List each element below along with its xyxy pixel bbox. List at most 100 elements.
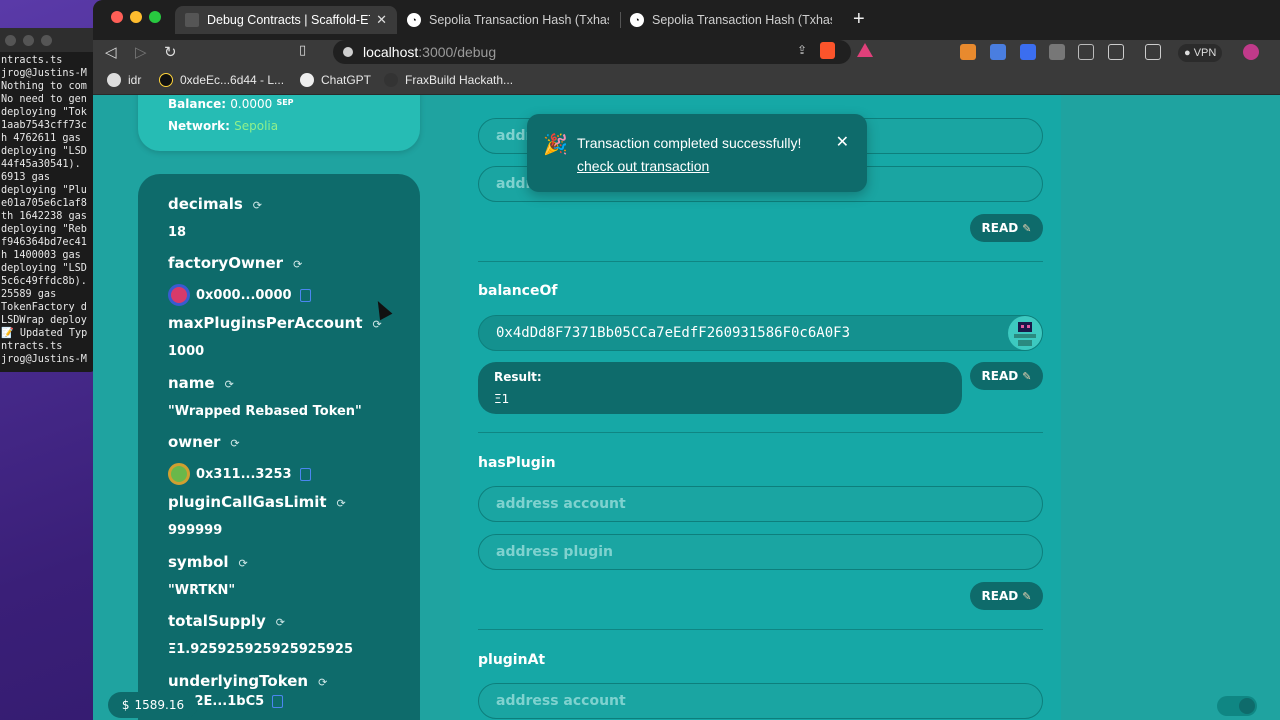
var-total-supply: totalSupply ⟳ Ξ1.925925925925925925: [168, 611, 353, 657]
balance-line: Balance: 0.0000 SEP: [168, 97, 294, 111]
network-label: Network:: [168, 119, 230, 133]
blockie-avatar: [168, 463, 190, 485]
result-value: Ξ1: [494, 392, 510, 406]
contract-variables-card: decimals ⟳ 18 factoryOwner ⟳ 0x000...0000 …: [138, 174, 420, 720]
var-max-plugins: maxPluginsPerAccount ⟳ 1000: [168, 313, 382, 359]
chatgpt-icon: [300, 73, 314, 87]
extension-icon[interactable]: [1049, 44, 1065, 60]
divider: [478, 432, 1043, 433]
plugin-at-account-input[interactable]: address account: [478, 683, 1043, 719]
bookmark-label: 0xdeEc...6d44 - L...: [180, 73, 285, 87]
terminal-minimize-icon[interactable]: [23, 35, 34, 46]
copy-icon[interactable]: [299, 467, 311, 481]
metamask-icon[interactable]: [960, 44, 976, 60]
blockie-avatar: [168, 284, 190, 306]
address-bar[interactable]: localhost:3000/debug ⇪: [333, 40, 873, 64]
window-close-icon[interactable]: [111, 11, 123, 23]
party-popper-icon: 🎉: [543, 132, 568, 156]
brave-rewards-icon[interactable]: [857, 43, 873, 57]
bookmark-chatgpt[interactable]: ChatGPT: [300, 73, 371, 87]
balance-of-read-button[interactable]: READ ✎: [970, 362, 1043, 390]
bookmark-fraxbuild[interactable]: FraxBuild Hackath...: [384, 73, 513, 87]
tab-sepolia-2[interactable]: ◔ Sepolia Transaction Hash (Txhash): [620, 6, 842, 34]
tab-close-icon[interactable]: ✕: [376, 12, 387, 28]
bookmark-icon[interactable]: ▯: [299, 43, 306, 58]
var-value: Ξ1.925925925925925925: [168, 642, 354, 657]
var-name: owner: [168, 433, 221, 451]
tab-title: Debug Contracts | Scaffold-ETH: [207, 13, 371, 27]
allowance-read-button[interactable]: READ ✎: [970, 214, 1043, 242]
share-icon[interactable]: ⇪: [797, 43, 807, 57]
refresh-icon[interactable]: ⟳: [276, 616, 285, 629]
bookmark-idr[interactable]: idr: [107, 73, 141, 87]
brave-shields-icon[interactable]: [820, 42, 835, 59]
var-name: name: [168, 374, 215, 392]
vpn-label: VPN: [1193, 47, 1217, 59]
theme-toggle[interactable]: [1217, 696, 1257, 716]
has-plugin-plugin-input[interactable]: address plugin: [478, 534, 1043, 570]
refresh-icon[interactable]: ⟳: [318, 676, 327, 689]
wallet-icon[interactable]: [1145, 44, 1161, 60]
input-placeholder: address plugin: [496, 544, 614, 560]
left-column: Balance: 0.0000 SEP Network: Sepolia dec…: [93, 95, 460, 720]
bookmarks-bar: idr 0xdeEc...6d44 - L... ChatGPT FraxBui…: [93, 66, 1280, 95]
refresh-icon[interactable]: ⟳: [253, 199, 262, 212]
refresh-icon[interactable]: ⟳: [337, 497, 346, 510]
quill-icon: ✎: [1022, 369, 1032, 383]
forward-icon[interactable]: ▷: [135, 43, 147, 61]
bookmark-label: FraxBuild Hackath...: [405, 73, 514, 87]
var-name: totalSupply: [168, 612, 266, 630]
url-path: :3000/debug: [418, 44, 497, 60]
has-plugin-account-input[interactable]: address account: [478, 486, 1043, 522]
window-minimize-icon[interactable]: [130, 11, 142, 23]
quill-icon: ✎: [1022, 221, 1032, 235]
refresh-icon[interactable]: ⟳: [230, 437, 239, 450]
has-plugin-read-button[interactable]: READ ✎: [970, 582, 1043, 610]
k-extension-icon[interactable]: [1020, 44, 1036, 60]
balance-of-address-input[interactable]: 0x4dDd8F7371Bb05CCa7eEdfF260931586F0c6A0…: [478, 315, 1043, 351]
toggle-knob: [1239, 698, 1255, 714]
refresh-icon[interactable]: ⟳: [239, 557, 248, 570]
etherscan-favicon-icon: ◔: [630, 13, 644, 27]
window-zoom-icon[interactable]: [149, 11, 161, 23]
scaffold-favicon-icon: [185, 13, 199, 27]
address-text: 0x311...3253: [196, 466, 292, 482]
dollar-icon: $: [121, 698, 130, 712]
balance-value: 0.0000: [230, 97, 273, 111]
refresh-icon[interactable]: ⟳: [225, 378, 234, 391]
reload-icon[interactable]: ↻: [164, 43, 177, 61]
bolt-icon: [159, 73, 173, 87]
browser-window: Debug Contracts | Scaffold-ETH ✕ ◔ Sepol…: [93, 0, 1280, 720]
profile-avatar[interactable]: [1243, 44, 1259, 60]
site-info-icon[interactable]: [343, 47, 353, 57]
tab-sepolia-1[interactable]: ◔ Sepolia Transaction Hash (Txhash): [397, 6, 619, 34]
bookmark-0xdeec[interactable]: 0xdeEc...6d44 - L...: [159, 73, 284, 87]
var-name: maxPluginsPerAccount: [168, 314, 363, 332]
terminal-zoom-icon[interactable]: [41, 35, 52, 46]
var-name: decimals: [168, 195, 243, 213]
balance-of-result: Result: Ξ1: [478, 362, 962, 414]
var-name: symbol: [168, 553, 229, 571]
translate-icon[interactable]: [990, 44, 1006, 60]
copy-icon[interactable]: [272, 695, 284, 708]
var-plugin-gas-limit: pluginCallGasLimit ⟳ 999999: [168, 492, 346, 538]
refresh-icon[interactable]: ⟳: [293, 258, 302, 271]
back-icon[interactable]: ◁: [105, 43, 117, 61]
balance-unit: SEP: [276, 98, 294, 107]
terminal-window[interactable]: ntracts.ts jrog@Justins-M Nothing to com…: [0, 28, 96, 372]
vpn-button[interactable]: ● VPN: [1178, 44, 1223, 62]
globe-icon: [107, 73, 121, 87]
tab-debug-contracts[interactable]: Debug Contracts | Scaffold-ETH ✕: [175, 6, 397, 34]
var-name: pluginCallGasLimit: [168, 493, 327, 511]
frax-icon: [384, 73, 398, 87]
sidebar-icon[interactable]: [1108, 44, 1124, 60]
puzzle-icon[interactable]: [1078, 44, 1094, 60]
success-toast: 🎉 Transaction completed successfully! ch…: [527, 114, 867, 192]
terminal-close-icon[interactable]: [5, 35, 16, 46]
read-label: READ: [981, 221, 1019, 235]
check-transaction-link[interactable]: check out transaction: [577, 158, 709, 174]
toast-close-icon[interactable]: ✕: [836, 132, 849, 151]
url-host: localhost: [363, 44, 419, 60]
new-tab-button[interactable]: +: [853, 8, 865, 31]
copy-icon[interactable]: [299, 288, 311, 302]
